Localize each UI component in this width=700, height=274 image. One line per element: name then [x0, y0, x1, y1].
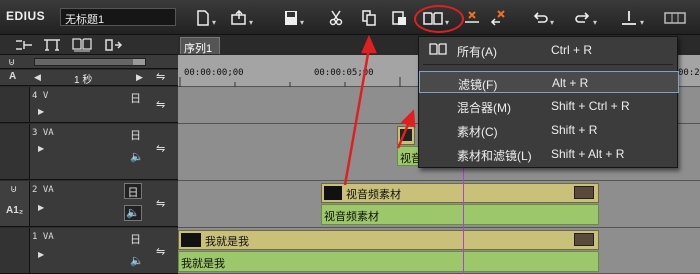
track-label: 4 V	[32, 91, 49, 101]
track-2va-area[interactable]: 视音频素材 视音频素材	[178, 181, 700, 228]
replace-all-icon	[429, 43, 447, 55]
menu-item-label: 滤镜(F)	[458, 78, 498, 92]
menu-item-label: 素材和滤镜(L)	[457, 149, 532, 163]
speaker-icon[interactable]: 🔈	[124, 205, 142, 221]
speaker-icon[interactable]: 🔈	[130, 150, 144, 163]
track-header-1va[interactable]: 1 VA ▶ 日 🔈 ⇋	[0, 228, 178, 274]
video-patch-icon[interactable]: ⊍	[10, 184, 17, 195]
menu-item-replace-all[interactable]: 所有(A) Ctrl + R	[419, 39, 679, 61]
replace-dropdown-menu: 所有(A) Ctrl + R 滤镜(F) Alt + R 混合器(M) Shif…	[418, 36, 679, 168]
track-link-icon[interactable]	[42, 38, 62, 52]
clip-end-thumbnail	[574, 233, 594, 246]
menu-item-clip-and-filter[interactable]: 素材和滤镜(L) Shift + Alt + R	[419, 143, 679, 165]
menu-item-clip[interactable]: 素材(C) Shift + R	[419, 119, 679, 141]
video-toggle-icon[interactable]: 日	[130, 127, 141, 143]
menu-item-shortcut: Shift + Ctrl + R	[551, 99, 630, 113]
marker-icon	[622, 11, 636, 25]
clip-thumbnail	[181, 233, 201, 247]
export-icon	[231, 10, 246, 25]
save-icon	[285, 11, 297, 25]
track-patch[interactable]	[0, 228, 30, 273]
menu-divider	[423, 64, 673, 65]
timeline-zoom-row: A ◀ 1 秒 ▶ ⇋	[0, 70, 178, 86]
sync-lock-icon[interactable]: ⇋	[156, 98, 165, 111]
track-label: 2 VA	[32, 185, 54, 195]
track-patch[interactable]: ⊍ A1₂	[0, 181, 30, 226]
film-icon	[664, 12, 686, 24]
video-toggle-icon[interactable]: 日	[124, 183, 142, 199]
menu-item-filter[interactable]: 滤镜(F) Alt + R	[419, 71, 679, 93]
timecode-label: 00:20	[678, 68, 700, 78]
expand-arrow-icon[interactable]: ▶	[38, 250, 44, 259]
sync-lock-icon[interactable]: ⇋	[156, 142, 165, 155]
ripple-icon[interactable]: ⇋	[156, 70, 165, 83]
track-header-2va[interactable]: ⊍ A1₂ 2 VA ▶ 日 🔈 ⇋	[0, 181, 178, 227]
delete-button[interactable]	[463, 6, 493, 30]
menu-item-label: 所有(A)	[457, 45, 497, 59]
track-split-icon[interactable]	[14, 38, 34, 52]
tab-sequence1[interactable]: 序列1	[180, 37, 220, 55]
track-header-4v[interactable]: 4 V ▶ 日 ⇋	[0, 87, 178, 123]
ripple-delete-button[interactable]	[490, 6, 520, 30]
clip-label: 我就是我	[181, 258, 225, 270]
menu-item-shortcut: Shift + Alt + R	[551, 147, 625, 161]
track-header-3va[interactable]: 3 VA ▶ 日 🔈 ⇋	[0, 124, 178, 180]
annotation-arrows	[343, 34, 416, 186]
new-icon	[197, 10, 209, 26]
track-1va-area[interactable]: 我就是我 我就是我	[178, 228, 700, 274]
video-toggle-icon[interactable]: 日	[130, 90, 141, 106]
zoom-right-arrow[interactable]: ▶	[136, 72, 143, 83]
menu-item-label: 素材(C)	[457, 125, 498, 139]
undo-icon	[533, 12, 548, 23]
export-button[interactable]: ▾	[231, 6, 261, 30]
ripple-delete-icon	[490, 10, 505, 26]
new-button[interactable]: ▾	[196, 6, 226, 30]
sync-lock-icon[interactable]: ⇋	[156, 245, 165, 258]
audio-mute-icon[interactable]: A	[9, 71, 16, 82]
zoom-scrollbar[interactable]	[34, 58, 146, 66]
speaker-icon[interactable]: 🔈	[130, 254, 144, 267]
menu-item-shortcut: Alt + R	[552, 76, 589, 90]
zoom-left-arrow[interactable]: ◀	[34, 72, 41, 83]
delete-icon	[465, 11, 479, 23]
menu-item-shortcut: Ctrl + R	[551, 43, 593, 57]
track-label: 1 VA	[32, 232, 54, 242]
expand-arrow-icon[interactable]: ▶	[38, 203, 44, 212]
video-toggle-icon[interactable]: 日	[130, 231, 141, 247]
expand-arrow-icon[interactable]: ▶	[38, 144, 44, 153]
expand-arrow-icon[interactable]: ▶	[38, 107, 44, 116]
project-name-field[interactable]: 无标题1	[60, 8, 176, 26]
clip-end-thumbnail	[574, 186, 594, 199]
replace-small-icon[interactable]	[72, 38, 92, 52]
audio-patch-label[interactable]: A1₂	[6, 205, 23, 216]
timeline-scroll-row: ⊍	[0, 55, 178, 69]
app-title: EDIUS	[6, 9, 46, 23]
video-mute-icon[interactable]: ⊍	[8, 57, 15, 68]
marker-button[interactable]: ▾	[620, 6, 650, 30]
undo-button[interactable]: ▾	[532, 6, 562, 30]
menu-item-mixer[interactable]: 混合器(M) Shift + Ctrl + R	[419, 95, 679, 117]
track-patch[interactable]	[0, 124, 30, 179]
annotation-circle	[414, 5, 464, 33]
clip-label: 我就是我	[205, 236, 249, 248]
more-button[interactable]	[664, 6, 694, 30]
timecode-label: 00:00:00;00	[184, 68, 244, 78]
insert-mode-icon[interactable]	[104, 38, 124, 52]
redo-icon	[575, 12, 590, 23]
zoom-scale-label: 1 秒	[74, 75, 93, 86]
redo-button[interactable]: ▾	[575, 6, 605, 30]
track-patch[interactable]	[0, 87, 30, 122]
menu-item-label: 混合器(M)	[457, 101, 511, 115]
track-label: 3 VA	[32, 128, 54, 138]
menu-item-shortcut: Shift + R	[551, 123, 598, 137]
sync-lock-icon[interactable]: ⇋	[156, 197, 165, 210]
track-tools	[0, 35, 178, 55]
zoom-scroll-thumb[interactable]	[133, 59, 145, 65]
